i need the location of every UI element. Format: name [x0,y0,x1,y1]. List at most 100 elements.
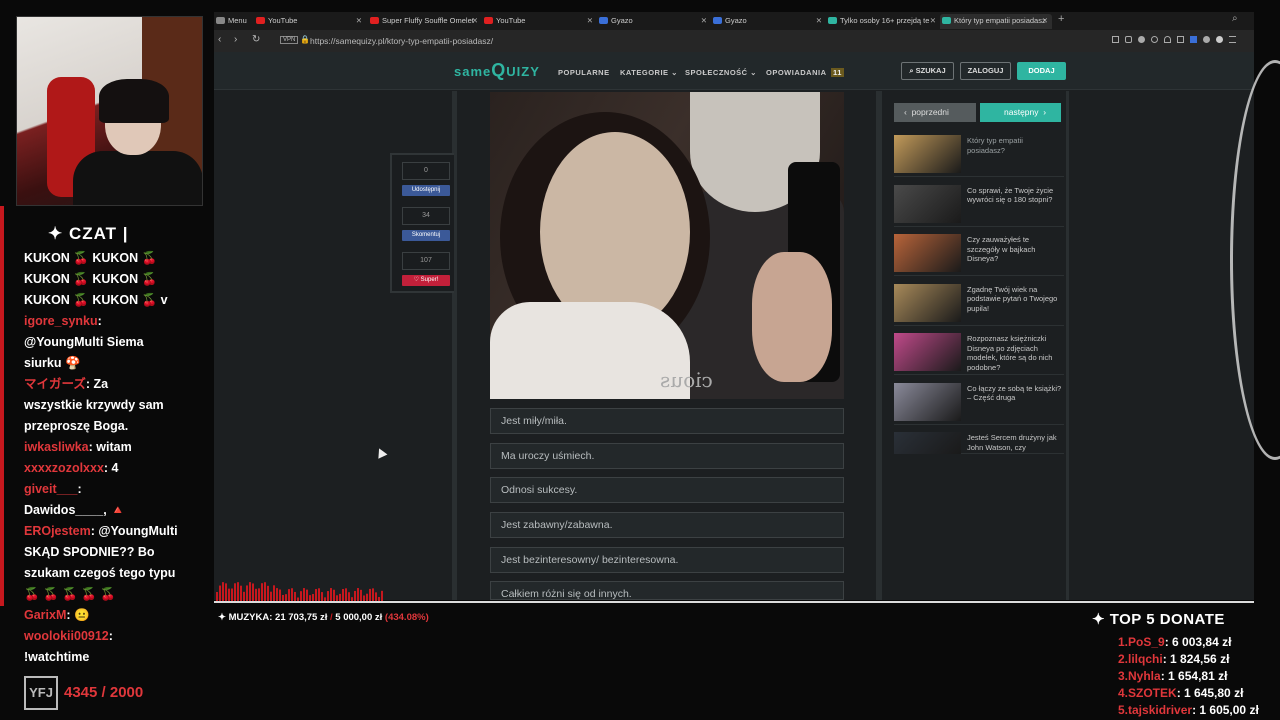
answer-option[interactable]: Jest bezinteresowny/ bezinteresowna. [490,547,844,573]
chat-text: KUKON 🍒 KUKON 🍒 [24,251,158,265]
donate-name: lilqchi [1128,652,1163,666]
sub-goal-text: 4345 / 2000 [64,683,144,701]
camera-icon[interactable] [1125,36,1132,43]
chat-text: wszystkie krzywdy sam [24,398,164,412]
back-icon[interactable]: ‹ [218,34,221,45]
visualizer-bar [234,583,236,602]
tab-favicon-icon [713,17,722,24]
donate-name: tajskidriver [1128,703,1193,717]
answer-option[interactable]: Ma uroczy uśmiech. [490,443,844,469]
extension-icon[interactable] [1190,36,1197,43]
visualizer-bar [258,588,260,602]
answer-option[interactable]: Całkiem różni się od innych. [490,581,844,600]
chat-username: マイガーズ [24,377,86,391]
nav-popular[interactable]: POPULARNE [558,68,610,77]
url-field[interactable]: https://samequizy.pl/ktory-typ-empatii-p… [310,36,493,46]
search-tabs-icon[interactable]: ⌕ [1232,13,1238,24]
chat-text: KUKON 🍒 KUKON 🍒 v [24,293,168,307]
browser-tab[interactable]: YouTube ✕ [482,14,597,29]
comment-button[interactable]: Skomentuj [402,230,450,241]
answer-option[interactable]: Odnosi sukcesy. [490,477,844,503]
related-quiz-item[interactable]: Czy zauważyłeś te szczegóły w bajkach Di… [894,230,1064,276]
reload-icon[interactable]: ↻ [252,34,260,45]
browser-tab[interactable]: Tylko osoby 16+ przejdą te ✕ [826,14,940,29]
related-quiz-title: Czy zauważyłeś te szczegóły w bajkach Di… [967,235,1036,263]
chat-text: : 😐 [66,608,90,622]
heart-icon[interactable] [1164,36,1171,43]
related-quiz-item[interactable]: Jesteś Sercem drużyny jak John Watson, c… [894,428,1064,454]
lock-icon: 🔒 [300,35,310,44]
download-icon[interactable] [1151,36,1158,43]
related-quiz-item[interactable]: Zgadnę Twój wiek na podstawie pytań o Tw… [894,280,1064,326]
close-tab-icon[interactable]: ✕ [930,14,936,28]
forward-icon[interactable]: › [234,34,237,45]
social-panel: 0 Udostępnij 34 Skomentuj 107 ♡ Super! [390,153,454,293]
visualizer-bar [357,588,359,602]
close-tab-icon[interactable]: ✕ [701,14,707,28]
tab-favicon-icon [256,17,265,24]
browser-tab[interactable]: Gyazo ✕ [711,14,826,29]
donate-name: Nyhla [1128,669,1161,683]
chat-message: giveit___: [8,479,208,500]
browser-tab[interactable]: Menu [214,14,254,29]
related-quiz-item[interactable]: Co łączy ze sobą te książki? – Część dru… [894,379,1064,425]
tab-label: YouTube [496,16,526,25]
browser-tab[interactable]: Super Fluffy Souffle Omelet ✕ [368,14,482,29]
like-button[interactable]: ♡ Super! [402,275,450,286]
nav-stories[interactable]: OPOWIADANIA [766,68,827,77]
browser-tab[interactable]: Który typ empatii posiadasz ✕ [940,14,1052,29]
related-sidebar: ‹ poprzedni następny › Który typ empatii… [890,91,1066,600]
nav-categories[interactable]: KATEGORIE ⌄ [620,68,678,77]
answer-option[interactable]: Jest zabawny/zabawna. [490,512,844,538]
chat-text: : @YoungMulti [90,524,178,538]
new-tab-button[interactable]: + [1058,13,1064,25]
browser-tab[interactable]: YouTube ✕ [254,14,366,29]
tab-favicon-icon [828,17,837,24]
nav-community[interactable]: SPOŁECZNOŚĆ ⌄ [685,68,757,77]
settings-icon[interactable] [1177,36,1184,43]
chat-text: przeproszę Boga. [24,419,129,433]
chat-message: wszystkie krzywdy sam [8,395,208,416]
search-button[interactable]: ⌕ SZUKAJ [901,62,954,80]
browser-tab[interactable]: Gyazo ✕ [597,14,711,29]
close-tab-icon[interactable]: ✕ [1042,14,1048,28]
adblock-icon[interactable] [1138,36,1145,43]
close-tab-icon[interactable]: ✕ [472,14,478,28]
donate-rank: 4. [1118,686,1129,700]
donate-name: PoS_9 [1128,635,1165,649]
prev-quiz-button[interactable]: ‹ poprzedni [894,103,976,122]
vpn-badge[interactable]: VPN [280,36,299,44]
next-quiz-button[interactable]: następny › [980,103,1061,122]
donate-rank: 3. [1118,669,1129,683]
donate-rank: 2. [1118,652,1129,666]
close-tab-icon[interactable]: ✕ [356,14,362,28]
add-button[interactable]: DODAJ [1017,62,1066,80]
answer-option[interactable]: Jest miły/miła. [490,408,844,434]
chat-message: マイガーズ: Za [8,374,208,395]
related-quiz-item[interactable]: Rozpoznasz księżniczki Disneya po zdjęci… [894,329,1064,375]
visualizer-bar [231,588,233,602]
share-button[interactable]: Udostępnij [402,185,450,196]
tab-favicon-icon [942,17,951,24]
related-quiz-title: Zgadnę Twój wiek na podstawie pytań o Tw… [967,284,1058,313]
visualizer-bar [222,582,224,602]
menu-icon[interactable] [1229,36,1236,43]
chat-text: KUKON 🍒 KUKON 🍒 [24,272,158,286]
chat-username: xxxxzozolxxx [24,461,104,475]
sidebar-icon[interactable] [1112,36,1119,43]
visualizer-bar [252,583,254,602]
donate-name: SZOTEK [1128,686,1177,700]
chat-text: : [108,629,113,643]
extension-icon[interactable] [1203,36,1210,43]
chat-message: KUKON 🍒 KUKON 🍒 [8,269,208,290]
close-tab-icon[interactable]: ✕ [587,14,593,28]
related-quiz-title: Co sprawi, że Twoje życie wywróci się o … [967,185,1054,205]
login-button[interactable]: ZALOGUJ [960,62,1011,80]
site-logo[interactable]: sameQUIZY [454,60,540,81]
profile-icon[interactable] [1216,36,1223,43]
close-tab-icon[interactable]: ✕ [816,14,822,28]
related-quiz-item[interactable]: Co sprawi, że Twoje życie wywróci się o … [894,181,1064,227]
related-quiz-item[interactable]: Który typ empatii posiadasz? [894,131,1064,177]
photo-text: cious [660,368,713,392]
chat-text: : Za [85,377,109,391]
